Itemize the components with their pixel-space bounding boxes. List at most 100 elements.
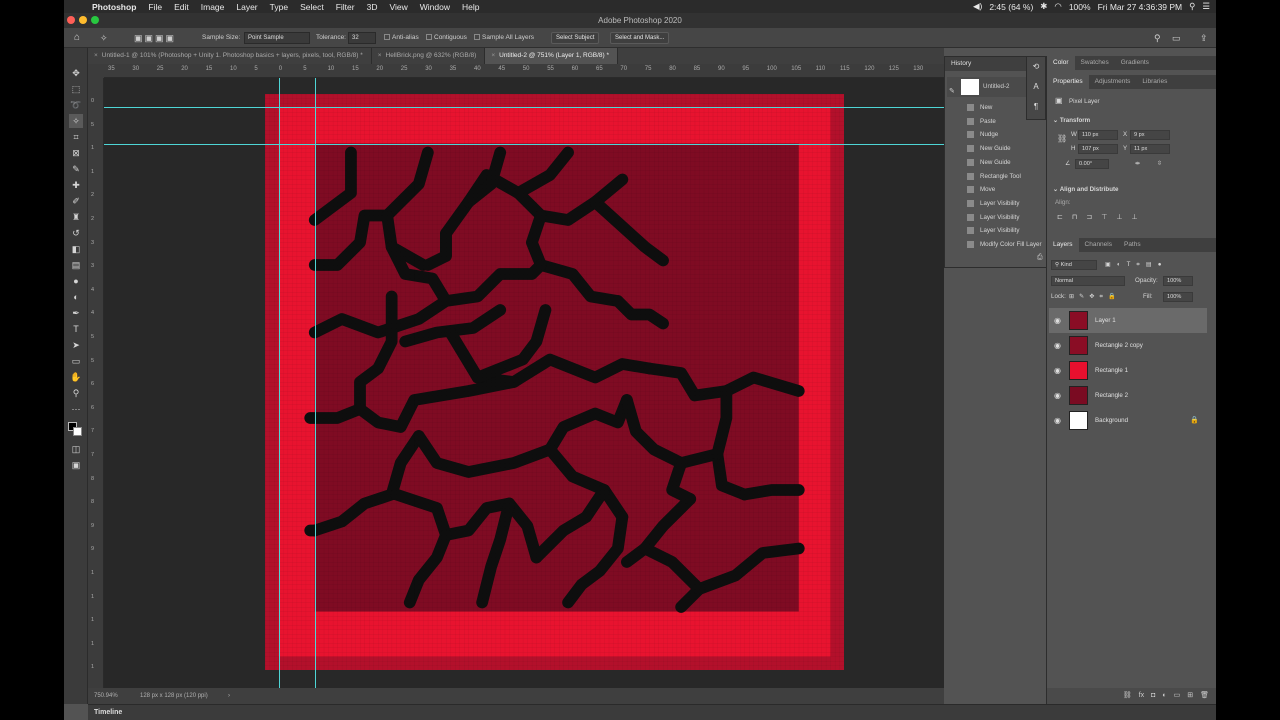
document-canvas[interactable] (265, 94, 844, 670)
spotlight-icon[interactable]: ⚲ (1189, 1, 1195, 12)
wifi-icon[interactable]: ◠ (1054, 1, 1061, 12)
anti-alias-checkbox[interactable]: Anti-alias (384, 28, 419, 48)
close-tab-icon[interactable]: × (378, 52, 382, 59)
menu-3d[interactable]: 3D (361, 2, 384, 12)
contiguous-checkbox[interactable]: Contiguous (426, 28, 467, 48)
eyedropper-tool-icon[interactable]: ✎ (69, 162, 83, 176)
adjustment-layer-icon[interactable]: ◐ (1162, 688, 1166, 704)
path-selection-tool-icon[interactable]: ➤ (69, 338, 83, 352)
align-section[interactable]: ⌄ Align and Distribute (1053, 186, 1118, 193)
blur-tool-icon[interactable]: ● (69, 274, 83, 288)
magic-wand-tool-icon[interactable]: ✧ (69, 114, 83, 128)
home-icon[interactable]: ⌂ (74, 28, 80, 48)
menu-image[interactable]: Image (195, 2, 231, 12)
marquee-tool-icon[interactable]: ⬚ (69, 82, 83, 96)
timeline-panel[interactable]: Timeline (88, 704, 1216, 720)
menu-edit[interactable]: Edit (168, 2, 195, 12)
share-icon[interactable]: ⇪ (1200, 28, 1208, 48)
align-top-icon[interactable]: ⊤ (1101, 214, 1116, 221)
select-subject-button[interactable]: Select Subject (551, 32, 600, 44)
sample-all-layers-check-box[interactable] (474, 34, 480, 40)
align-hcenter-icon[interactable]: ⊓ (1072, 214, 1086, 221)
new-group-icon[interactable]: ▭ (1174, 688, 1181, 704)
workspace-icon[interactable]: ▭ (1172, 28, 1181, 48)
paragraph-panel-icon[interactable]: ¶ (1027, 97, 1045, 117)
bluetooth-icon[interactable]: ✱ (1040, 1, 1047, 12)
menu-view[interactable]: View (383, 2, 413, 12)
tab-paths[interactable]: Paths (1118, 238, 1147, 252)
clone-stamp-tool-icon[interactable]: ♜ (69, 210, 83, 224)
gradient-tool-icon[interactable]: ▤ (69, 258, 83, 272)
lock-icons[interactable]: ⊞✎✥⌗🔒 (1069, 292, 1121, 301)
zoom-level[interactable]: 750.94% (94, 688, 118, 704)
battery-time[interactable]: 2:45 (64 %) (989, 2, 1033, 12)
snapshot-brush-icon[interactable]: ✎ (949, 82, 955, 102)
history-title[interactable]: History (951, 60, 971, 67)
background-color-swatch[interactable] (73, 427, 82, 436)
search-icon[interactable]: ⚲ (1154, 28, 1161, 48)
layer-row[interactable]: ◉ Layer 1 (1049, 308, 1207, 333)
horizontal-guide[interactable] (104, 144, 944, 145)
contiguous-check-box[interactable] (426, 34, 432, 40)
layer-row[interactable]: ◉ Rectangle 2 (1049, 383, 1207, 408)
visibility-eye-icon[interactable]: ◉ (1054, 366, 1063, 375)
menu-layer[interactable]: Layer (230, 2, 263, 12)
brush-tool-icon[interactable]: ✐ (69, 194, 83, 208)
menu-app-name[interactable]: Photoshop (86, 2, 142, 12)
sample-size-select[interactable]: Point Sample (244, 32, 310, 44)
add-mask-icon[interactable]: ◘ (1151, 688, 1155, 704)
width-field[interactable]: 110 px (1078, 130, 1118, 140)
flip-horizontal-icon[interactable]: ⇹ (1135, 160, 1140, 167)
tab-gradients[interactable]: Gradients (1115, 56, 1155, 70)
flip-vertical-icon[interactable]: ⇳ (1157, 160, 1162, 167)
type-tool-icon[interactable]: T (69, 322, 83, 336)
tab-adjustments[interactable]: Adjustments (1089, 75, 1137, 89)
zoom-tool-icon[interactable]: ⚲ (69, 386, 83, 400)
layer-style-icon[interactable]: fx (1139, 688, 1144, 704)
layer-filter-icons[interactable]: ▣◐T⌗▤● (1105, 261, 1167, 269)
vertical-guide[interactable] (279, 78, 280, 688)
blend-mode-select[interactable]: Normal (1051, 276, 1125, 286)
more-tools-icon[interactable]: ⋯ (69, 402, 83, 416)
height-field[interactable]: 107 px (1078, 144, 1118, 154)
menu-help[interactable]: Help (456, 2, 485, 12)
anti-alias-check-box[interactable] (384, 34, 390, 40)
canvas-area[interactable] (104, 78, 944, 688)
visibility-eye-icon[interactable]: ◉ (1054, 391, 1063, 400)
frame-tool-icon[interactable]: ⊠ (69, 146, 83, 160)
history-brush-tool-icon[interactable]: ↺ (69, 226, 83, 240)
menu-select[interactable]: Select (294, 2, 330, 12)
document-tab[interactable]: × HellBrick.png @ 632% (RGB/8) (372, 48, 486, 64)
healing-brush-tool-icon[interactable]: ✚ (69, 178, 83, 192)
align-bottom-icon[interactable]: ⊥ (1131, 214, 1146, 221)
new-layer-icon[interactable]: ⊞ (1187, 688, 1193, 704)
fill-field[interactable]: 100% (1163, 292, 1193, 302)
screen-mode-icon[interactable]: ▣ (69, 458, 83, 472)
visibility-eye-icon[interactable]: ◉ (1054, 341, 1063, 350)
selection-mode-icons[interactable]: ▣▣▣▣ (134, 28, 176, 48)
horizontal-ruler[interactable]: 35 30 25 20 15 10 5 0 5 10 15 20 25 30 35 40 45 50 55 60 65 7… (104, 64, 944, 78)
move-tool-icon[interactable]: ✥ (69, 66, 83, 80)
tab-channels[interactable]: Channels (1079, 238, 1118, 252)
transform-section[interactable]: ⌄ Transform (1053, 117, 1090, 124)
layer-kind-filter[interactable]: ⚲ Kind (1051, 260, 1097, 270)
sound-icon[interactable]: ◀) (973, 1, 982, 12)
link-dimensions-icon[interactable]: ⛓ (1057, 134, 1067, 143)
layer-row[interactable]: ◉ Rectangle 2 copy (1049, 333, 1207, 358)
quick-mask-icon[interactable]: ◫ (69, 442, 83, 456)
angle-field[interactable]: 0.00° (1075, 159, 1109, 169)
opacity-field[interactable]: 100% (1163, 276, 1193, 286)
character-panel-icon[interactable]: A (1027, 77, 1045, 97)
menu-type[interactable]: Type (264, 2, 294, 12)
visibility-eye-icon[interactable]: ◉ (1054, 316, 1063, 325)
history-panel-icon[interactable]: ⟲ (1027, 57, 1045, 77)
close-window-button[interactable] (67, 16, 75, 24)
minimize-window-button[interactable] (79, 16, 87, 24)
status-menu-chevron-icon[interactable]: › (228, 688, 230, 704)
menu-filter[interactable]: Filter (330, 2, 361, 12)
vertical-guide[interactable] (315, 78, 316, 688)
clock[interactable]: Fri Mar 27 4:36:39 PM (1098, 2, 1183, 12)
visibility-eye-icon[interactable]: ◉ (1054, 416, 1063, 425)
x-field[interactable]: 9 px (1130, 130, 1170, 140)
tab-properties[interactable]: Properties (1047, 75, 1089, 89)
